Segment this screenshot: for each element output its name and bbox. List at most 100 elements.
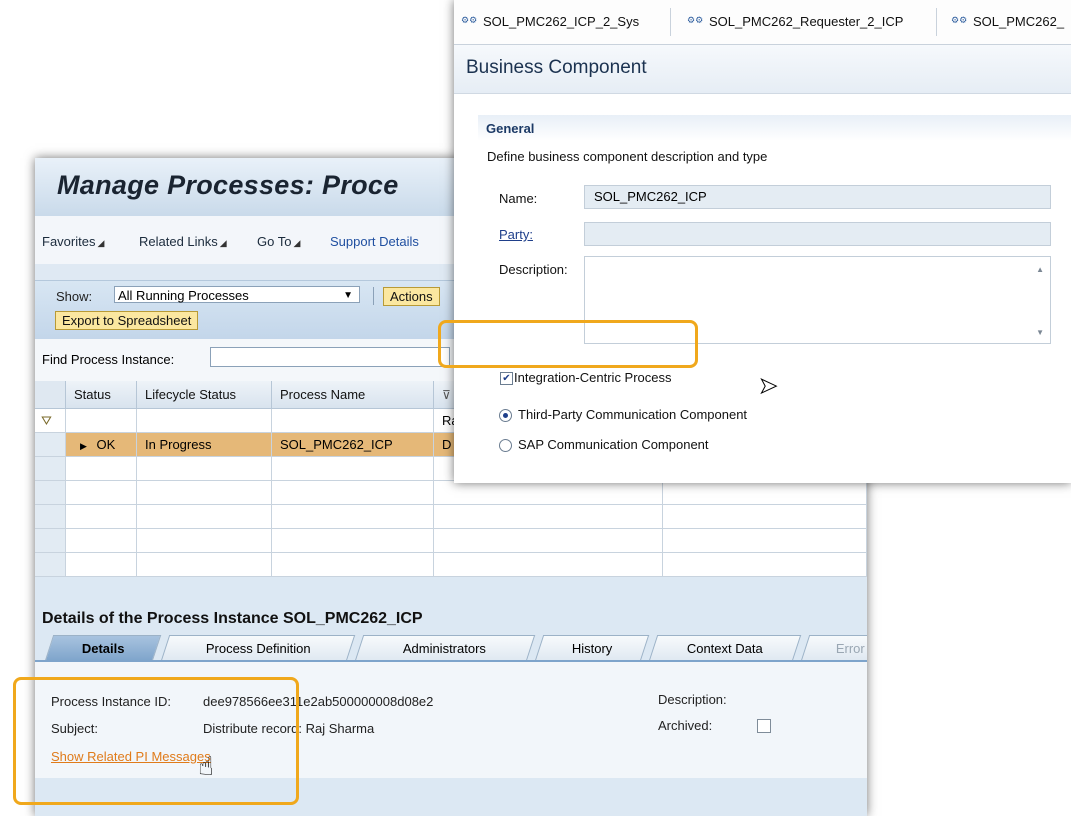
general-section-header: General <box>478 115 1071 141</box>
bottom-band <box>35 778 867 816</box>
table-cell <box>434 505 663 529</box>
table-cell <box>434 481 663 505</box>
name-field[interactable]: SOL_PMC262_ICP <box>584 185 1051 209</box>
tab-context-data[interactable]: Context Data <box>648 635 802 661</box>
archived-label: Archived: <box>658 718 713 733</box>
sap-label: SAP Communication Component <box>518 437 709 452</box>
row-selector[interactable] <box>35 529 66 553</box>
component-icon: ⚙⚙ <box>687 16 704 26</box>
table-cell <box>272 553 434 577</box>
table-cell <box>66 457 137 481</box>
filter-cell-process-name[interactable] <box>272 409 434 433</box>
filter-icon: ⊽ <box>442 388 451 402</box>
row-selector[interactable] <box>35 505 66 529</box>
component-icon: ⚙⚙ <box>951 16 968 26</box>
table-cell <box>137 553 272 577</box>
tab-details[interactable]: Details <box>44 635 162 661</box>
tab-administrators[interactable]: Administrators <box>354 635 536 661</box>
tab-divider <box>670 8 671 36</box>
tab-error: Error <box>800 635 867 661</box>
filter-cell-lifecycle[interactable] <box>137 409 272 433</box>
toolbar-divider <box>373 287 374 305</box>
menu-go-to[interactable]: Go To ◢ <box>257 234 300 249</box>
column-header-process-name[interactable]: Process Name <box>272 381 434 409</box>
scroll-up-icon[interactable]: ▲ <box>1036 265 1044 274</box>
business-component-window: ⚙⚙ SOL_PMC262_ICP_2_Sys ⚙⚙ SOL_PMC262_Requ… <box>454 0 1071 483</box>
row-selector[interactable] <box>35 481 66 505</box>
menu-related-links[interactable]: Related Links ◢ <box>139 234 227 249</box>
dropdown-arrow-icon: ◢ <box>97 238 105 248</box>
table-cell <box>66 505 137 529</box>
table-cell <box>434 529 663 553</box>
editor-tab-requester-2-icp[interactable]: ⚙⚙ SOL_PMC262_Requester_2_ICP <box>687 10 903 34</box>
editor-tab-sol-pmc262[interactable]: ⚙⚙ SOL_PMC262_ <box>951 10 1064 34</box>
third-party-label: Third-Party Communication Component <box>518 407 748 422</box>
table-cell <box>272 505 434 529</box>
instance-id-value: dee978566ee311e2ab500000008d08e2 <box>203 694 434 709</box>
show-related-pi-messages-link[interactable]: Show Related PI Messages <box>51 749 211 764</box>
table-cell <box>272 457 434 481</box>
tab-process-definition[interactable]: Process Definition <box>160 635 356 661</box>
table-cell <box>663 553 867 577</box>
editor-header: Business Component <box>454 45 1071 94</box>
filter-icon[interactable]: ⛛ <box>35 409 66 433</box>
subject-label: Subject: <box>51 721 98 736</box>
show-select[interactable]: All Running Processes ▼ <box>114 286 360 303</box>
menu-support-details[interactable]: Support Details <box>330 234 419 249</box>
party-link[interactable]: Party: <box>499 227 533 242</box>
dropdown-arrow-icon: ◢ <box>219 238 227 248</box>
name-label: Name: <box>499 191 538 206</box>
editor-tab-icp-2-sys[interactable]: ⚙⚙ SOL_PMC262_ICP_2_Sys <box>461 10 639 34</box>
editor-title: Business Component <box>466 57 647 78</box>
dropdown-arrow-icon: ◢ <box>293 238 301 248</box>
expand-arrow-icon[interactable]: ▶ <box>80 441 87 451</box>
row-selector-header[interactable] <box>35 381 66 409</box>
process-name-cell: SOL_PMC262_ICP <box>272 433 434 457</box>
page-title: Manage Processes: Proce <box>57 170 399 200</box>
table-cell <box>434 553 663 577</box>
chevron-down-icon: ▼ <box>343 290 353 301</box>
row-selector[interactable] <box>35 457 66 481</box>
actions-button[interactable]: Actions <box>383 287 440 306</box>
archived-checkbox[interactable] <box>757 719 771 733</box>
column-header-status[interactable]: Status <box>66 381 137 409</box>
section-description: Define business component description an… <box>487 149 768 164</box>
table-cell <box>66 553 137 577</box>
tab-divider <box>936 8 937 36</box>
pointer-cursor-icon: ➤ <box>758 374 778 400</box>
integration-centric-label: Integration-Centric Process <box>514 370 672 385</box>
table-cell <box>137 505 272 529</box>
column-header-lifecycle[interactable]: Lifecycle Status <box>137 381 272 409</box>
third-party-radio[interactable] <box>499 409 512 422</box>
table-cell <box>272 529 434 553</box>
hand-cursor-icon: ☝ <box>198 752 214 782</box>
find-process-input[interactable] <box>210 347 450 367</box>
description-textarea[interactable]: ▲ ▼ <box>584 256 1051 344</box>
menu-favorites[interactable]: Favorites ◢ <box>42 234 104 249</box>
sap-radio[interactable] <box>499 439 512 452</box>
export-to-spreadsheet-button[interactable]: Export to Spreadsheet <box>55 311 199 330</box>
description-label: Description: <box>658 692 727 707</box>
editor-tabs: ⚙⚙ SOL_PMC262_ICP_2_Sys ⚙⚙ SOL_PMC262_Requ… <box>454 0 1071 45</box>
table-cell <box>663 481 867 505</box>
table-cell <box>663 505 867 529</box>
find-label: Find Process Instance: <box>42 352 175 367</box>
row-selector[interactable] <box>35 433 66 457</box>
table-cell <box>137 481 272 505</box>
table-cell <box>137 457 272 481</box>
table-cell <box>663 529 867 553</box>
lifecycle-cell: In Progress <box>137 433 272 457</box>
table-cell <box>137 529 272 553</box>
filter-cell-status[interactable] <box>66 409 137 433</box>
component-icon: ⚙⚙ <box>461 16 478 26</box>
integration-centric-checkbox[interactable]: ✔ <box>500 372 513 385</box>
subject-value: Distribute record: Raj Sharma <box>203 721 375 736</box>
description-label: Description: <box>499 262 568 277</box>
party-field[interactable] <box>584 222 1051 246</box>
table-cell <box>66 529 137 553</box>
show-label: Show: <box>56 289 93 304</box>
scroll-down-icon[interactable]: ▼ <box>1036 328 1044 337</box>
row-selector[interactable] <box>35 553 66 577</box>
tab-history[interactable]: History <box>534 635 650 661</box>
instance-id-label: Process Instance ID: <box>51 694 171 709</box>
